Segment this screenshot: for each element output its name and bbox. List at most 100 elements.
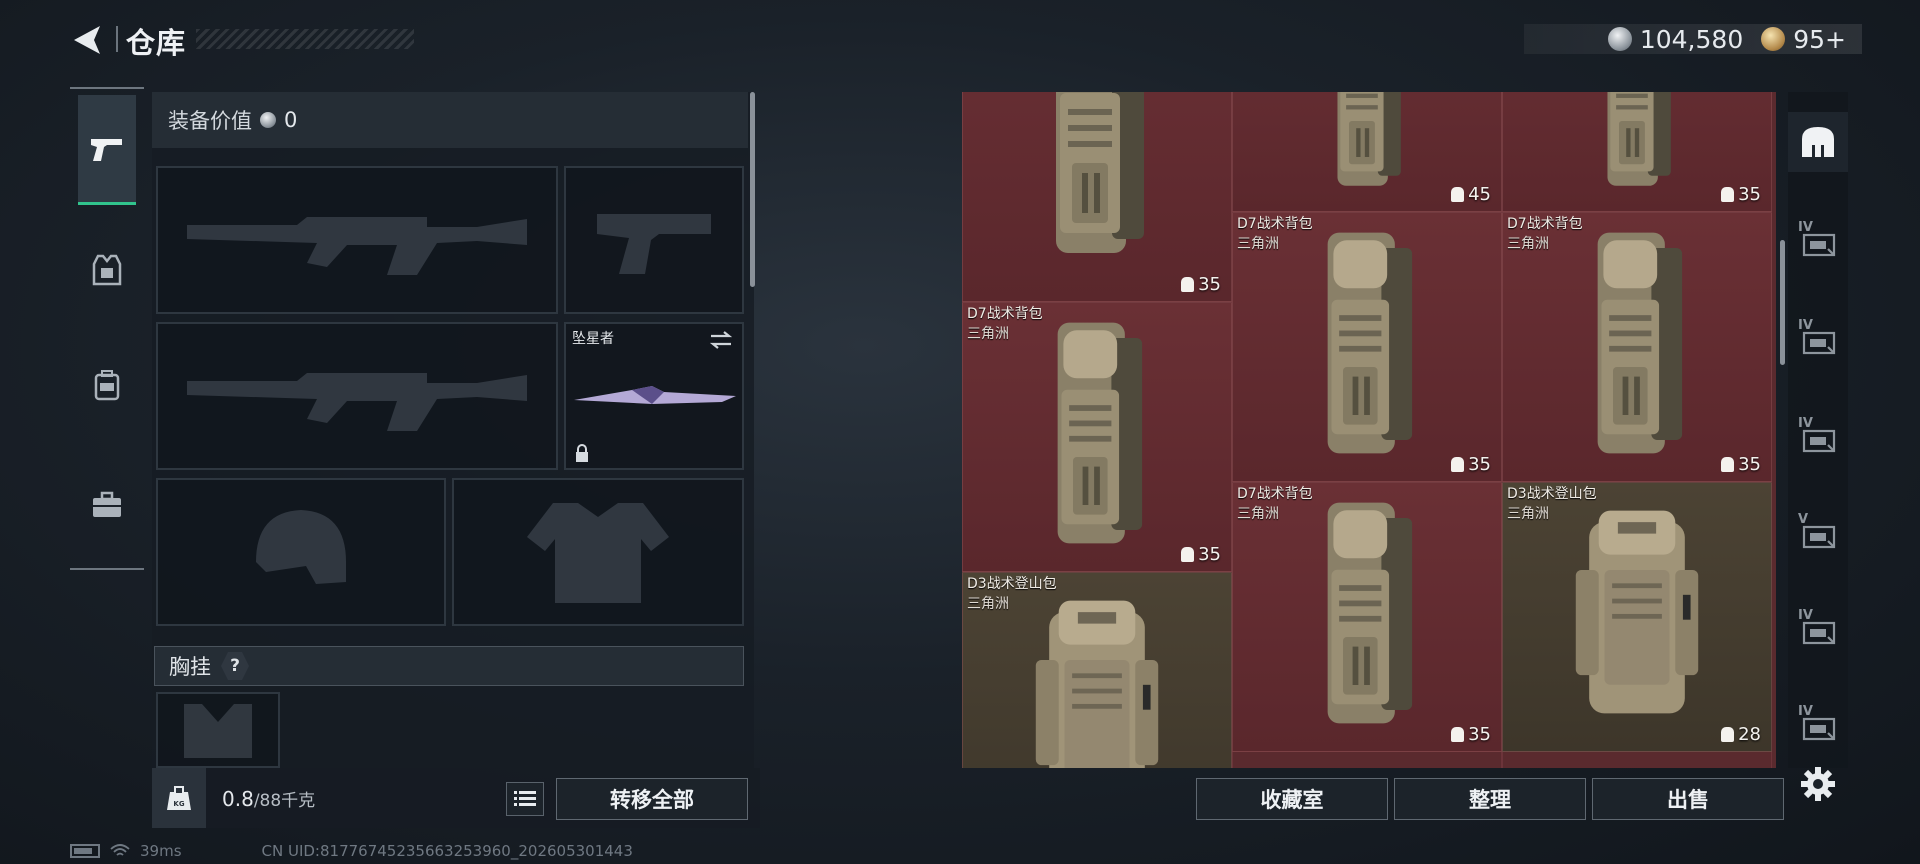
loadout-scrollbar[interactable]	[750, 92, 755, 287]
body-armor-silhouette-icon	[527, 503, 669, 603]
armor-vest-icon	[92, 254, 122, 286]
capacity-bag-icon	[1721, 187, 1735, 202]
gear-icon	[1801, 767, 1835, 801]
back-button[interactable]	[68, 20, 108, 60]
backpack-icon	[94, 370, 120, 401]
capacity-bag-icon	[1451, 727, 1465, 742]
pistol-icon	[91, 138, 122, 161]
weight-icon-box: KG	[152, 768, 206, 828]
item-capacity-value: 35	[1468, 454, 1491, 475]
melee-item-name: 坠星者	[572, 331, 614, 347]
sell-button[interactable]: 出售	[1592, 778, 1784, 820]
chest-rig-slot[interactable]	[156, 692, 280, 768]
silver-coin-icon	[260, 112, 276, 128]
carry-weight: 0.8/88千克	[222, 786, 315, 811]
category-level: IV	[1798, 220, 1813, 235]
item-capacity: 35	[1721, 184, 1761, 205]
storage-category-4[interactable]: IV	[1788, 408, 1848, 468]
item-name: D3战术登山包	[967, 576, 1057, 592]
settings-button[interactable]	[1798, 764, 1838, 804]
item-capacity: 28	[1721, 724, 1761, 745]
latency: 39ms	[140, 842, 182, 860]
tactical-backpack-icon	[1327, 502, 1413, 724]
secondary-weapon-slot[interactable]	[156, 322, 558, 470]
tab-backpack[interactable]	[78, 330, 136, 440]
storage-category-6[interactable]: IV	[1788, 600, 1848, 660]
capacity-bag-icon	[1451, 457, 1465, 472]
chest-rig-silhouette-icon	[184, 704, 252, 758]
item-capacity: 35	[1451, 724, 1491, 745]
carry-weight-max: /88千克	[253, 791, 316, 811]
item-source: 三角洲	[1237, 236, 1279, 252]
page-title: 仓库	[126, 26, 187, 60]
inventory-item[interactable]: 45	[1232, 92, 1502, 212]
collection-room-button[interactable]: 收藏室	[1196, 778, 1388, 820]
tab-armor[interactable]	[78, 215, 136, 325]
helmet-slot[interactable]	[156, 478, 446, 626]
user-uid: CN UID:81776745235663253960_202605301443	[261, 842, 633, 860]
pistol-slot[interactable]	[564, 166, 744, 314]
item-capacity-value: 35	[1468, 724, 1491, 745]
gold-currency-value: 95+	[1793, 24, 1846, 54]
melee-slot[interactable]: 坠星者	[564, 322, 744, 470]
pistol-silhouette-icon	[597, 214, 711, 274]
item-capacity-value: 28	[1738, 724, 1761, 745]
inventory-item[interactable]: 35	[1502, 92, 1772, 212]
item-source: 三角洲	[1237, 506, 1279, 522]
item-capacity-value: 35	[1198, 544, 1221, 565]
item-capacity-value: 35	[1738, 184, 1761, 205]
inventory-item[interactable]: D7战术背包 三角洲 35	[1232, 212, 1502, 482]
inventory-item[interactable]: D3战术登山包 三角洲	[962, 572, 1232, 768]
item-name: D7战术背包	[1237, 486, 1313, 502]
helmet-silhouette-icon	[256, 510, 346, 584]
inventory-item[interactable]: 35	[962, 92, 1232, 302]
category-level: IV	[1798, 608, 1813, 623]
back-arrow-icon	[74, 26, 100, 54]
tactical-backpack-icon	[1337, 92, 1401, 186]
body-armor-slot[interactable]	[452, 478, 744, 626]
gold-coin-icon	[1761, 27, 1786, 51]
capacity-bag-icon	[1721, 457, 1735, 472]
rifle-silhouette-icon	[187, 373, 527, 431]
inventory-item[interactable]: D7战术背包 三角洲 35	[1232, 482, 1502, 752]
tab-weapons[interactable]	[78, 95, 136, 205]
swap-icon[interactable]	[708, 330, 734, 350]
inventory-item[interactable]: D3战术登山包 三角洲 28	[1502, 482, 1772, 752]
storage-category-1[interactable]	[1788, 112, 1848, 172]
transfer-all-button[interactable]: 转移全部	[556, 778, 748, 820]
inventory-grid: 35 45 35 D7战术背包 三角洲 35 D7战术背包 三角洲 35 D7战术背包 三角洲 35 D…	[962, 92, 1776, 768]
item-capacity: 35	[1451, 454, 1491, 475]
lock-icon	[576, 444, 588, 462]
inventory-item[interactable]: D7战术背包 三角洲 35	[962, 302, 1232, 572]
carry-weight-current: 0.8	[222, 787, 254, 811]
battery-icon	[70, 844, 100, 858]
inventory-scrollbar[interactable]	[1780, 240, 1785, 365]
storage-category-3[interactable]: IV	[1788, 310, 1848, 370]
organize-button[interactable]: 整理	[1394, 778, 1586, 820]
chest-rig-help-button[interactable]: ?	[221, 652, 249, 680]
item-source: 三角洲	[1507, 236, 1549, 252]
category-level: IV	[1798, 416, 1813, 431]
primary-weapon-slot[interactable]	[156, 166, 558, 314]
rail-divider-top	[70, 87, 144, 89]
storage-category-5[interactable]: V	[1788, 504, 1848, 564]
equipment-value-header: 装备价值 0	[152, 92, 748, 148]
item-capacity: 35	[1181, 274, 1221, 295]
item-name: D7战术背包	[1237, 216, 1313, 232]
inventory-item[interactable]: D7战术背包 三角洲 35	[1502, 212, 1772, 482]
storage-category-7[interactable]: IV	[1788, 696, 1848, 756]
category-level: IV	[1798, 704, 1813, 719]
item-capacity: 45	[1451, 184, 1491, 205]
capacity-bag-icon	[1181, 547, 1195, 562]
storage-category-2[interactable]: IV	[1788, 212, 1848, 272]
list-view-button[interactable]	[506, 782, 544, 816]
item-capacity-value: 35	[1738, 454, 1761, 475]
melee-knife-icon	[574, 386, 736, 404]
wifi-icon	[110, 844, 130, 856]
tactical-backpack-icon	[1056, 92, 1144, 253]
category-level: IV	[1798, 318, 1813, 333]
rail-divider-bottom	[70, 568, 144, 570]
equipment-value-label: 装备价值	[168, 109, 252, 133]
tab-case[interactable]	[78, 450, 136, 560]
tactical-backpack-icon	[1327, 232, 1413, 454]
